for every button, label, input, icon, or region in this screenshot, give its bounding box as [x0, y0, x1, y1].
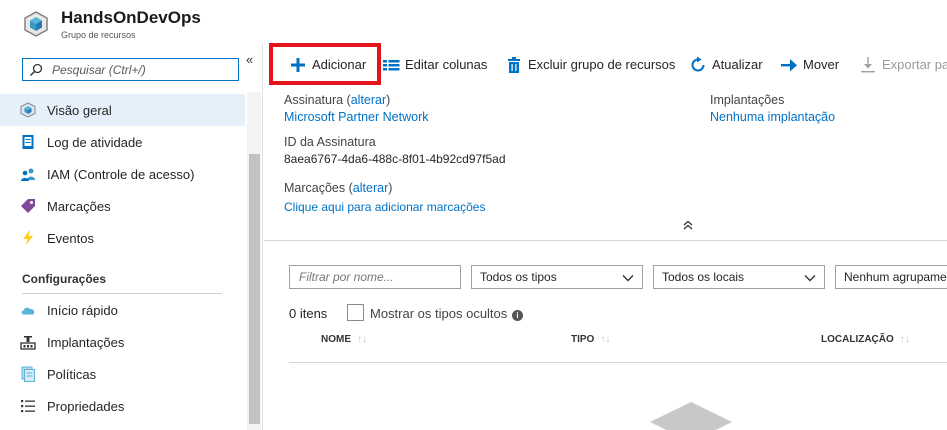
table-header-divider — [289, 362, 947, 363]
properties-icon — [21, 400, 35, 413]
sidebar-item-label: IAM (Controle de acesso) — [47, 167, 195, 182]
sidebar-item-quickstart[interactable]: Início rápido — [0, 294, 245, 326]
search-placeholder: Pesquisar (Ctrl+/) — [52, 63, 146, 77]
sidebar-item-overview[interactable]: Visão geral — [0, 94, 245, 126]
cloud-icon — [21, 307, 35, 315]
sidebar-search-input[interactable]: Pesquisar (Ctrl+/) — [22, 58, 239, 81]
sidebar-item-label: Propriedades — [47, 399, 125, 414]
chevron-down-icon — [804, 275, 816, 282]
deployments-value-link[interactable]: Nenhuma implantação — [710, 110, 835, 124]
column-header-location-label: LOCALIZAÇÃO — [821, 334, 894, 345]
column-header-type[interactable]: TIPO ↑↓ — [571, 334, 610, 345]
policy-icon — [21, 366, 35, 382]
lightning-icon — [23, 231, 33, 245]
people-icon — [21, 168, 35, 181]
export-label: Exportar pa — [882, 57, 947, 72]
sidebar-item-label: Implantações — [47, 335, 125, 350]
show-hidden-types-label: Mostrar os tipos ocultos — [370, 306, 508, 321]
tags-field: Marcações (alterar) — [284, 181, 392, 195]
column-header-location[interactable]: LOCALIZAÇÃO ↑↓ — [821, 334, 910, 345]
grouping-value: Nenhum agrupamento — [844, 270, 947, 284]
subscription-id-value: 8aea6767-4da6-488c-8f01-4b92cd97f5ad — [284, 152, 506, 166]
chevron-down-icon — [622, 275, 634, 282]
subscription-value-link[interactable]: Microsoft Partner Network — [284, 110, 428, 124]
columns-icon — [383, 60, 400, 71]
sort-icon: ↑↓ — [899, 334, 910, 345]
add-button-highlight — [269, 43, 381, 85]
sidebar-item-label: Políticas — [47, 367, 97, 382]
subscription-id-label: ID da Assinatura — [284, 135, 376, 149]
type-filter-select[interactable]: Todos os tipos — [471, 265, 643, 289]
sidebar-item-label: Visão geral — [47, 103, 112, 118]
deployments-icon — [20, 336, 36, 350]
sidebar-item-label: Marcações — [47, 199, 111, 214]
refresh-icon — [691, 56, 705, 72]
delete-resource-group-button[interactable]: Excluir grupo de recursos — [505, 56, 675, 74]
resource-group-cube-icon — [24, 11, 48, 37]
column-header-name[interactable]: NOME ↑↓ — [321, 334, 367, 345]
trash-icon — [508, 57, 520, 73]
tag-icon — [21, 199, 35, 213]
paren-close: ) — [386, 93, 391, 107]
sidebar-item-events[interactable]: Eventos — [0, 222, 245, 254]
collapse-essentials-icon[interactable] — [683, 220, 693, 230]
filter-name-input[interactable]: Filtrar por nome... — [289, 265, 461, 289]
sort-icon: ↑↓ — [357, 334, 367, 345]
refresh-button[interactable]: Atualizar — [689, 56, 769, 74]
filter-name-placeholder: Filtrar por nome... — [299, 270, 394, 284]
column-header-type-label: TIPO — [571, 334, 595, 345]
edit-columns-label: Editar colunas — [405, 57, 488, 72]
section-title-settings: Configurações — [22, 272, 107, 286]
sidebar-item-policies[interactable]: Políticas — [0, 358, 245, 390]
sidebar: Pesquisar (Ctrl+/) « Visão geral Log de … — [0, 44, 263, 430]
activity-log-icon — [22, 135, 34, 149]
grouping-select[interactable]: Nenhum agrupamento — [835, 265, 947, 289]
paren-close: ) — [388, 181, 393, 195]
type-filter-value: Todos os tipos — [480, 270, 557, 284]
sidebar-item-properties[interactable]: Propriedades — [0, 390, 245, 422]
sidebar-item-tags[interactable]: Marcações — [0, 190, 245, 222]
collapse-sidebar-button[interactable]: « — [246, 52, 253, 67]
sidebar-item-activity-log[interactable]: Log de atividade — [0, 126, 245, 158]
empty-state-cube-icon — [650, 402, 732, 430]
page-header: HandsOnDevOps Grupo de recursos — [0, 0, 947, 44]
item-count: 0 itens — [289, 306, 328, 321]
download-icon — [861, 57, 875, 73]
sidebar-item-deployments[interactable]: Implantações — [0, 326, 245, 358]
export-button[interactable]: Exportar pa — [859, 56, 947, 74]
change-tags-link[interactable]: alterar — [353, 181, 388, 195]
overview-cube-icon — [20, 102, 36, 118]
sort-icon: ↑↓ — [600, 334, 611, 345]
move-button[interactable]: Mover — [780, 56, 845, 74]
sidebar-item-label: Eventos — [47, 231, 94, 246]
info-icon[interactable]: i — [512, 310, 523, 321]
subscription-field: Assinatura (alterar) — [284, 93, 390, 107]
change-subscription-link[interactable]: alterar — [351, 93, 386, 107]
column-header-name-label: NOME — [321, 334, 351, 345]
location-filter-value: Todos os locais — [662, 270, 745, 284]
deployments-label: Implantações — [710, 93, 785, 107]
sidebar-item-label: Início rápido — [47, 303, 118, 318]
tags-label: Marcações — [284, 181, 346, 195]
add-tags-link[interactable]: Clique aqui para adicionar marcações — [284, 200, 485, 214]
subscription-label: Assinatura — [284, 93, 344, 107]
page-title: HandsOnDevOps — [61, 8, 201, 27]
arrow-right-icon — [781, 59, 797, 72]
sidebar-item-iam[interactable]: IAM (Controle de acesso) — [0, 158, 245, 190]
show-hidden-types-checkbox[interactable] — [347, 304, 364, 321]
delete-label: Excluir grupo de recursos — [528, 57, 676, 72]
search-icon — [29, 63, 43, 77]
essentials-divider — [264, 240, 947, 241]
page-subtitle: Grupo de recursos — [61, 30, 136, 40]
sidebar-item-label: Log de atividade — [47, 135, 143, 150]
move-label: Mover — [803, 57, 840, 72]
location-filter-select[interactable]: Todos os locais — [653, 265, 825, 289]
edit-columns-button[interactable]: Editar colunas — [382, 56, 492, 74]
refresh-label: Atualizar — [712, 57, 763, 72]
sidebar-scrollbar-thumb[interactable] — [249, 154, 260, 424]
